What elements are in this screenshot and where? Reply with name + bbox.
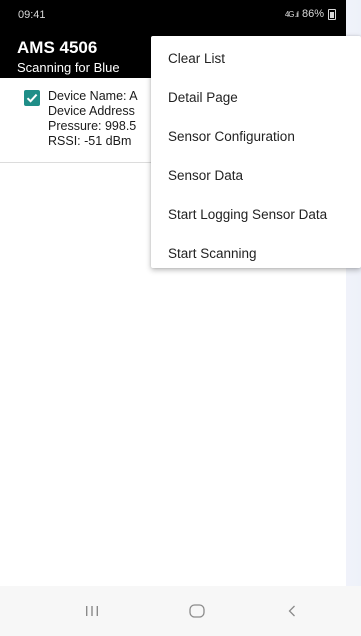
recents-icon[interactable]: [84, 601, 100, 621]
menu-item-detail-page[interactable]: Detail Page: [151, 78, 361, 117]
signal-icon: 4G .ıl: [284, 9, 299, 19]
status-time: 09:41: [18, 9, 46, 21]
overflow-menu: Clear List Detail Page Sensor Configurat…: [151, 36, 361, 268]
menu-item-start-logging[interactable]: Start Logging Sensor Data: [151, 195, 361, 234]
battery-icon: [328, 8, 336, 20]
status-bar: 09:41 4G .ıl 86%: [0, 0, 346, 30]
device-pressure: Pressure: 998.5: [48, 119, 137, 133]
checkmark-icon: [26, 93, 38, 103]
device-name: Device Name: A: [48, 89, 138, 103]
menu-item-sensor-configuration[interactable]: Sensor Configuration: [151, 117, 361, 156]
menu-item-clear-list[interactable]: Clear List: [151, 39, 361, 78]
app-subtitle: Scanning for Blue: [17, 60, 120, 75]
menu-item-start-scanning[interactable]: Start Scanning: [151, 234, 361, 273]
device-info: Device Name: A Device Address Pressure: …: [48, 89, 138, 149]
navigation-bar: [0, 586, 361, 636]
status-indicators: 4G .ıl 86%: [285, 8, 336, 20]
home-icon[interactable]: [188, 601, 206, 621]
device-address: Device Address: [48, 104, 135, 118]
back-icon[interactable]: [285, 601, 299, 621]
device-rssi: RSSI: -51 dBm: [48, 134, 132, 148]
device-checkbox[interactable]: [24, 90, 40, 106]
battery-percentage: 86%: [301, 8, 324, 20]
menu-item-sensor-data[interactable]: Sensor Data: [151, 156, 361, 195]
app-title: AMS 4506: [17, 38, 98, 57]
